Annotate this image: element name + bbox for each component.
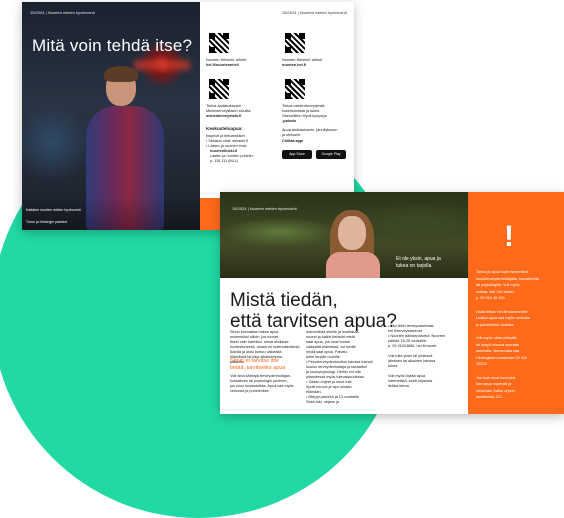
- orange-info-panel: ! Tietoa ja apua saat esimerkiksi koulute…: [468, 192, 564, 414]
- top-footer-text: Kaikkien nuorten mielen hyvinvointi: [26, 208, 81, 212]
- keskustelu-line: p. 116 111 (MLL): [210, 159, 239, 163]
- exclamation-icon: !: [504, 220, 514, 253]
- caption-line: tukea on tarjolla.: [396, 263, 433, 269]
- orange-subheading: Sinun ei tarvitse itse tietää, tarvitset…: [230, 358, 285, 371]
- qr1-link: hel.fi/nuortenmieli: [206, 63, 239, 67]
- orange-text-line: tai psykologilta. Voit myös: [476, 283, 520, 288]
- orange-text-line: ja puhelimitse chatista.: [476, 322, 515, 327]
- body-text-line: Sekä tuki, ohjaus ja: [306, 400, 339, 404]
- orange-text-line: [476, 303, 477, 308]
- bottom-document-page: 15/2024 | Nuorten mielen hyvinvointi Et …: [220, 192, 564, 414]
- top-brand-right: 15/2024 | Nuorten mielen hyvinvointi: [282, 10, 347, 15]
- bottom-headline: Mistä tiedän, että tarvitsen apua?: [230, 290, 397, 332]
- body-column-3: • Etsi lähin terveysasemasi: hel.fi/terve…: [388, 324, 445, 389]
- orange-text-line: soittaa. Alle 18v tueksi: [476, 289, 514, 294]
- orange-text-line: Voit myös ottaa yhteyttä: [476, 336, 517, 340]
- google-play-badge: Google Play: [316, 150, 346, 159]
- orange-text-line: osoitteesta 112.: [476, 395, 503, 400]
- orange-text-line: kouluterveydenhoitajalta, kuraattorilta: [476, 276, 539, 281]
- orange-text-line: Tietoa ja apua saat esimerkiksi: [476, 270, 528, 274]
- orange-text-line: asemalta. Neuvontaa saa: [476, 349, 520, 354]
- qr2-link: nuorten.hel.fi: [282, 63, 307, 67]
- orange-text-line: tai kysyä neuvoa suoraan: [476, 342, 520, 347]
- app-store-badge: App Store: [282, 150, 312, 159]
- orange-text-line: [476, 369, 477, 374]
- orange-text-line: 10023.: [476, 362, 488, 367]
- headline-line-1: Mistä tiedän,: [230, 290, 338, 311]
- subheading-line: Sinun ei tarvitse itse: [230, 358, 280, 364]
- orange-text-line: Helsingissä numerosta 09 310: [476, 355, 528, 360]
- qr4-caption-d: -palvelu: [282, 119, 297, 123]
- qr-code-icon: [284, 32, 306, 54]
- body-text-line: lisäksi tietoa.: [388, 384, 410, 388]
- photo-caption: Et ole yksin, apua ja tukea on tarjolla.: [396, 256, 441, 270]
- bottom-brand-label: 15/2024 | Nuorten mielen hyvinvointi: [232, 206, 297, 211]
- young-man-photo: 15/2024 | Nuorten mielen hyvinvointi Mit…: [22, 2, 200, 230]
- body-text-line: verkosta ja puhelimitse.: [230, 389, 270, 393]
- orange-text-line: p. 09 310 46 100.: [476, 296, 506, 301]
- orange-text-line: rohkeasti. Katso ohjeet: [476, 388, 515, 393]
- orange-text-line: Jos koet olosi huonoksi,: [476, 375, 517, 380]
- orange-text-line: Lisää tietoa: hel.fi/nuortenmieli: [476, 309, 528, 314]
- app-line: ja stressiin:: [282, 133, 301, 137]
- body-column-2: mahdollista sinulle ja huoltakaa, nuoret …: [306, 330, 360, 360]
- young-woman-photo: 15/2024 | Nuorten mielen hyvinvointi Et …: [220, 192, 468, 278]
- top-brand-label: 15/2024 | Nuorten mielen hyvinvointi: [30, 10, 95, 15]
- top-footer-text2: Turun ja Helsingin palvelut: [26, 220, 68, 224]
- qr3-link: mielenterveystalo.fi: [206, 114, 242, 118]
- qr-code-icon: [208, 32, 230, 54]
- orange-text-line: [476, 329, 477, 334]
- headline-line-2: että tarvitsen apua?: [230, 311, 397, 332]
- body-column-1b: Voit aina kääntyä terveydenhoitajan, kura…: [230, 374, 294, 394]
- qr-code-icon: [284, 78, 306, 100]
- qr-code-icon: [208, 78, 230, 100]
- orange-text-line: Lisäksi apua saa myös verkosta: [476, 316, 530, 321]
- subheading-line: tietää, tarvitsetko apua: [230, 364, 286, 371]
- orange-text-line: hae apua nopeasti ja: [476, 382, 512, 387]
- young-woman-figure: [322, 210, 384, 278]
- app-name: Chillaa appi: [282, 139, 304, 143]
- body-column-2-list: • Perusterveydenhuollon kanssa tulevat ko…: [306, 360, 373, 405]
- caption-line: Et ole yksin, apua ja: [396, 256, 441, 262]
- top-page-title: Mitä voin tehdä itse?: [32, 36, 193, 55]
- keskustelu-heading: Keskusteluapua:: [206, 126, 243, 131]
